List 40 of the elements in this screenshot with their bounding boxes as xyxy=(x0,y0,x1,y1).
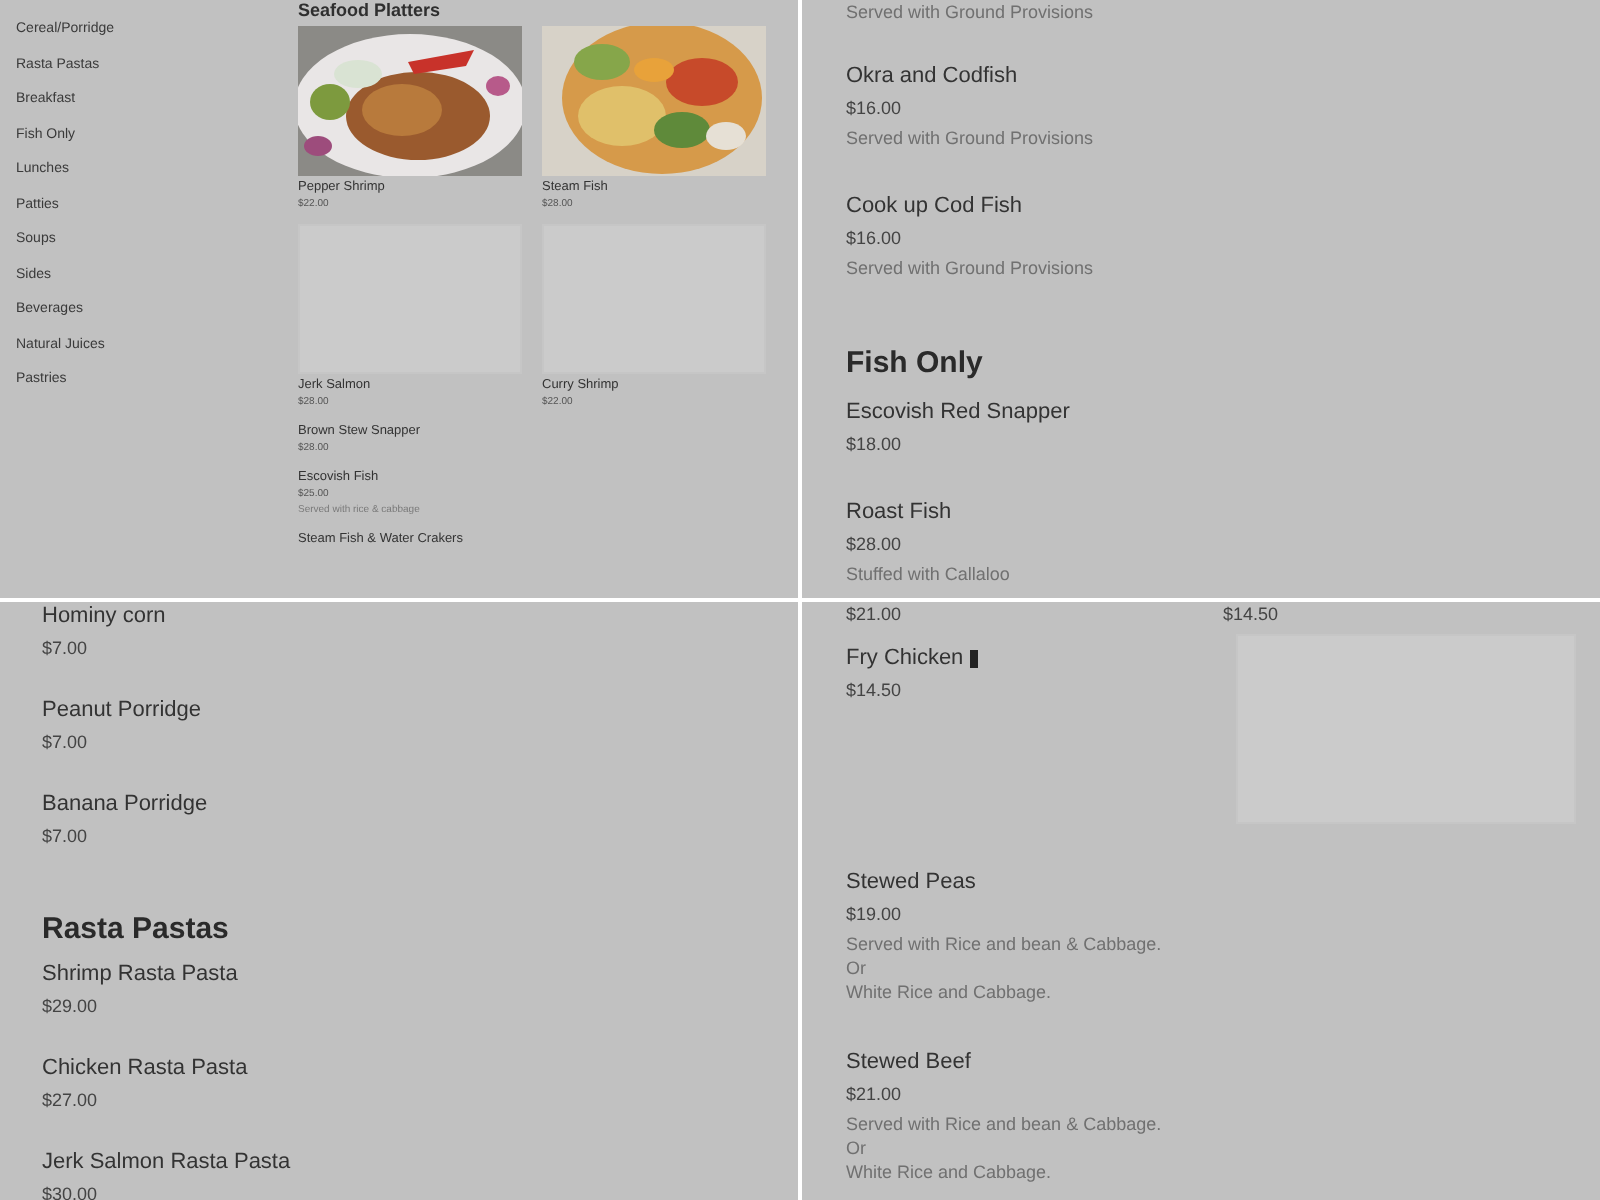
item-name: Escovish Red Snapper xyxy=(846,398,1070,426)
item-name: Stewed Peas xyxy=(846,868,976,896)
item-name: Jerk Salmon Rasta Pasta xyxy=(42,1148,291,1176)
item-price: $7.00 xyxy=(42,824,90,848)
item-price: $7.00 xyxy=(42,730,90,754)
item-name: Cook up Cod Fish xyxy=(846,192,1023,220)
item-name: Shrimp Rasta Pasta xyxy=(42,960,238,988)
item-name: Okra and Codfish xyxy=(846,62,1018,90)
item-name: Stewed Beef xyxy=(846,1048,971,1076)
item-name: Hominy corn xyxy=(42,602,166,630)
item-price: $16.00 xyxy=(846,226,904,250)
item-name: Fry Chicken xyxy=(846,644,964,672)
item-price: $18.00 xyxy=(846,432,904,456)
item-price: $7.00 xyxy=(42,636,90,660)
item-price: $14.50 xyxy=(1223,602,1281,626)
item-description: Or xyxy=(846,956,868,980)
item-price: $16.00 xyxy=(846,96,904,120)
section-heading: Seafood Platters xyxy=(298,0,443,20)
item-description: Served with Ground Provisions xyxy=(846,126,1096,150)
item-name: Roast Fish xyxy=(846,498,952,526)
item-description: Served with Rice and bean & Cabbage. xyxy=(846,1112,1164,1136)
item-price: $28.00 xyxy=(846,532,904,556)
item-price: $21.00 xyxy=(846,602,904,626)
item-name: Banana Porridge xyxy=(42,790,208,818)
section-heading: Rasta Pastas xyxy=(42,912,231,948)
item-price: $14.50 xyxy=(846,678,904,702)
item-price: $19.00 xyxy=(846,902,904,926)
item-price: $29.00 xyxy=(42,994,100,1018)
section-heading: Fish Only xyxy=(846,346,985,382)
item-description: Or xyxy=(846,1136,868,1160)
item-name: Peanut Porridge xyxy=(42,696,201,724)
item-description: White Rice and Cabbage. xyxy=(846,980,1054,1004)
item-description: White Rice and Cabbage. xyxy=(846,1160,1054,1184)
item-name: Chicken Rasta Pasta xyxy=(42,1054,248,1082)
item-price: $21.00 xyxy=(846,1082,904,1106)
item-description: Stuffed with Callaloo xyxy=(846,562,1012,586)
item-description: Served with Ground Provisions xyxy=(846,256,1096,280)
item-description: Served with Ground Provisions xyxy=(846,0,1096,24)
item-price: $27.00 xyxy=(42,1088,100,1112)
item-description: Served with Rice and bean & Cabbage. xyxy=(846,932,1164,956)
